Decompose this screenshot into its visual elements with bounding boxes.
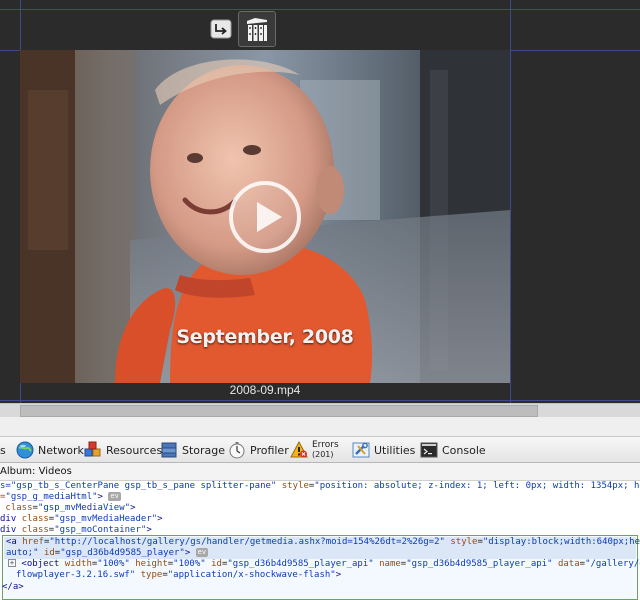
source-token: href [22, 537, 44, 547]
event-listener-badge[interactable]: ev [195, 548, 209, 557]
source-line[interactable]: div class="gsp_mvMediaHeader"> [0, 514, 163, 525]
media-filename: 2008-09.mp4 [229, 383, 301, 397]
tab-label: Storage [182, 443, 226, 457]
tab-label: Utilities [374, 443, 416, 457]
tab-scripts[interactable]: s [0, 437, 6, 463]
tab-label: s [0, 443, 6, 457]
tab-console[interactable]: Console [420, 437, 486, 463]
play-button[interactable] [228, 180, 302, 254]
stopwatch-icon [228, 441, 246, 459]
tab-utilities[interactable]: Utilities [352, 437, 415, 463]
breadcrumb-item[interactable]: Album: Videos [0, 466, 72, 477]
source-token: data [557, 559, 580, 569]
source-token: "gsp_mvMediaView" [37, 503, 131, 513]
source-token: "gsp_moContainer" [54, 525, 147, 535]
tab-errors[interactable]: Errors (201) [290, 437, 339, 463]
source-token: style [450, 537, 478, 547]
tab-label: Network [38, 443, 84, 457]
error-count: (201) [312, 450, 334, 459]
media-toolbar [210, 11, 276, 47]
horizontal-scrollbar[interactable] [0, 403, 640, 417]
gallery-media-area: September, 2008 2008-09.mp4 [0, 0, 640, 403]
video-caption: September, 2008 [176, 326, 354, 348]
tab-label: Errors [312, 440, 339, 450]
source-token: type [140, 570, 163, 580]
source-token: "gsp_mvMediaHeader" [54, 514, 158, 524]
source-line[interactable]: <a href="http://localhost/gallery/gs/han… [6, 537, 640, 548]
source-token: > [335, 570, 342, 580]
return-arrow-icon[interactable] [210, 19, 232, 39]
event-listener-badge[interactable]: ev [108, 492, 121, 501]
source-token: "gsp_d36b4d9585_player" [60, 548, 185, 558]
source-line[interactable]: class="gsp_mvMediaView"> [0, 503, 135, 514]
video-player[interactable]: September, 2008 [20, 50, 510, 383]
source-token: "gsp_d36b4d9585_player_api" [227, 559, 374, 569]
source-token: class [21, 514, 49, 524]
source-token: s="gsp_tb_s_CenterPane gsp_tb_s_pane spl… [0, 481, 277, 491]
cubes-icon [84, 441, 102, 459]
tab-storage[interactable]: Storage [160, 437, 225, 463]
source-token: name [379, 559, 401, 569]
source-token: "display:block;width:640px;height:436px;… [482, 537, 640, 547]
source-token: "/gallery/gs/script/ [585, 559, 640, 569]
panel-divider [0, 417, 640, 437]
tab-label: Resources [106, 443, 163, 457]
source-token: > [130, 503, 136, 513]
tab-network[interactable]: Network [16, 437, 84, 463]
source-token: "position: absolute; z-index: 1; left: 0… [314, 481, 640, 491]
source-token: class [21, 525, 49, 535]
tab-label: Console [442, 443, 486, 457]
expand-node-icon[interactable]: + [8, 559, 16, 567]
source-token: "100%" [97, 559, 130, 569]
source-token: class [5, 503, 33, 513]
source-token: <object [21, 559, 65, 569]
source-token: style [281, 481, 309, 491]
tab-profiler[interactable]: Profiler [228, 437, 289, 463]
source-token: > [146, 525, 152, 535]
layout-guide-line [0, 9, 640, 10]
source-token: > [184, 548, 191, 558]
source-token: div [0, 514, 22, 524]
globe-icon [16, 441, 34, 459]
source-token: auto;" [6, 548, 39, 558]
breadcrumb[interactable]: Album: Videos [0, 463, 640, 481]
warning-icon [290, 440, 308, 459]
source-token: width [64, 559, 92, 569]
source-token: "100%" [173, 559, 206, 569]
database-icon [160, 441, 178, 459]
dom-source-view[interactable]: s="gsp_tb_s_CenterPane gsp_tb_s_pane spl… [0, 481, 640, 600]
source-line[interactable]: + <object width="100%" height="100%" id=… [8, 559, 640, 570]
tab-resources[interactable]: Resources [84, 437, 162, 463]
source-token: > [97, 492, 103, 502]
source-line[interactable]: ="gsp_g_mediaHtml"> ev [0, 492, 121, 503]
source-token: </a> [2, 582, 24, 592]
scrollbar-thumb[interactable] [20, 405, 538, 417]
tools-icon [352, 441, 370, 459]
source-line[interactable]: flowplayer-3.2.16.swf" type="application… [16, 570, 341, 581]
film-strip-icon[interactable] [238, 11, 276, 47]
source-token: "gsp_d36b4d9585_player_api" [406, 559, 553, 569]
source-token: flowplayer-3.2.16.swf" [16, 570, 136, 580]
source-token: <a [6, 537, 23, 547]
source-line[interactable]: div class="gsp_moContainer"> [0, 525, 152, 536]
source-token: div [0, 525, 22, 535]
source-line[interactable]: auto;" id="gsp_d36b4d9585_player"> ev [6, 548, 209, 559]
source-token: "http://localhost/gallery/gs/handler/get… [49, 537, 445, 547]
source-line[interactable]: </a> [2, 582, 24, 593]
source-line[interactable]: s="gsp_tb_s_CenterPane gsp_tb_s_pane spl… [0, 481, 640, 492]
devtools-toolbar: s Network Resources Storage Profiler Err… [0, 437, 640, 463]
source-token: "application/x-shockwave-flash" [167, 570, 336, 580]
source-token: id [211, 559, 222, 569]
source-token: height [135, 559, 168, 569]
layout-guide-line [0, 400, 640, 401]
layout-guide-line [510, 0, 511, 403]
source-token: > [157, 514, 163, 524]
source-token: id [43, 548, 55, 558]
source-token: "gsp_g_mediaHtml" [5, 492, 98, 502]
tab-label: Profiler [250, 443, 289, 457]
terminal-icon [420, 441, 438, 459]
